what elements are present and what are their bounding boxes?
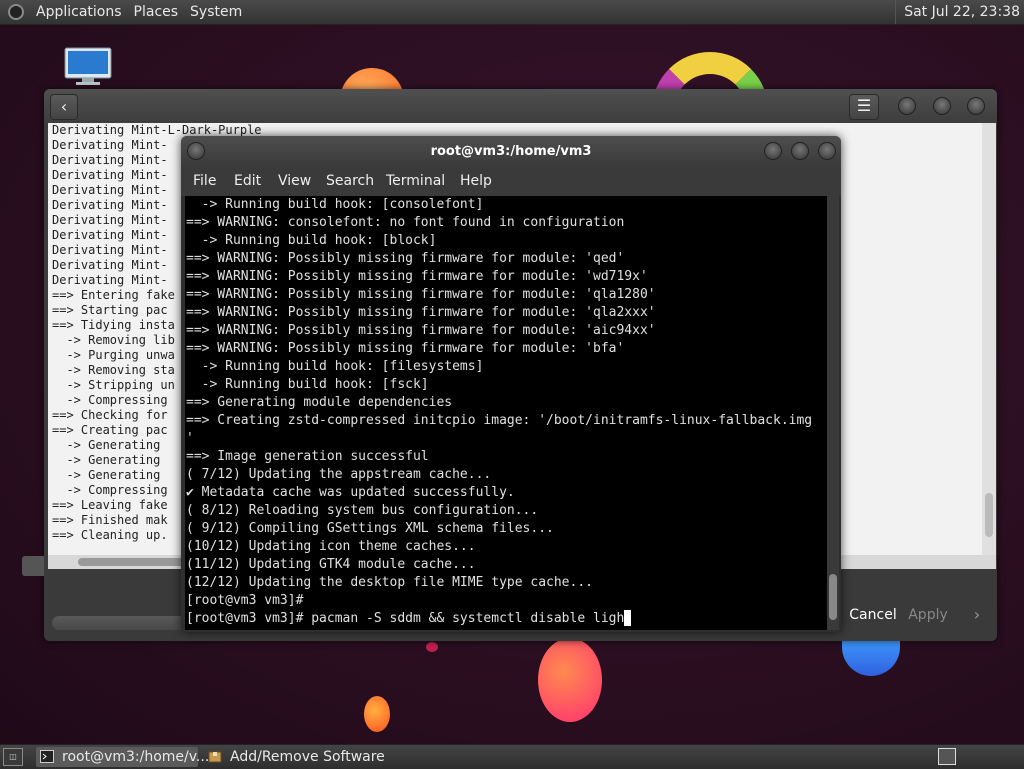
menu-file[interactable]: File bbox=[193, 166, 216, 196]
log-vertical-scrollbar[interactable] bbox=[982, 123, 996, 555]
show-desktop-button[interactable]: ◫ bbox=[3, 748, 23, 766]
terminal-line: (11/12) Updating GTK4 module cache... bbox=[186, 557, 476, 572]
wallpaper-bubble bbox=[538, 638, 602, 722]
places-menu[interactable]: Places bbox=[128, 4, 185, 20]
text-cursor bbox=[624, 610, 632, 626]
terminal-window: root@vm3:/home/vm3 File Edit View Search… bbox=[181, 136, 841, 632]
next-button[interactable]: › bbox=[966, 603, 988, 627]
show-desktop-icon: ◫ bbox=[9, 752, 17, 761]
terminal-line: ==> Image generation successful bbox=[186, 449, 429, 464]
monitor-icon bbox=[64, 47, 112, 85]
menu-terminal[interactable]: Terminal bbox=[386, 166, 445, 196]
terminal-line: ==> WARNING: consolefont: no font found … bbox=[186, 215, 625, 230]
package-icon bbox=[208, 751, 222, 763]
distro-logo-icon[interactable] bbox=[8, 4, 24, 20]
menu-view[interactable]: View bbox=[278, 166, 311, 196]
menu-edit[interactable]: Edit bbox=[234, 166, 261, 196]
terminal-line: -> Running build hook: [filesystems] bbox=[186, 359, 484, 374]
terminal-line: ( 7/12) Updating the appstream cache... bbox=[186, 467, 492, 482]
terminal-line: ( 9/12) Compiling GSettings XML schema f… bbox=[186, 521, 554, 536]
applications-menu[interactable]: Applications bbox=[30, 4, 128, 20]
hamburger-menu-button[interactable]: ☰ bbox=[849, 94, 879, 120]
chevron-right-icon: › bbox=[973, 605, 981, 624]
close-button[interactable] bbox=[967, 97, 985, 115]
terminal-line: ==> WARNING: Possibly missing firmware f… bbox=[186, 305, 656, 320]
taskbar-item-label: root@vm3:/home/v... bbox=[62, 749, 210, 765]
scrollbar-thumb[interactable] bbox=[78, 558, 188, 566]
system-menu[interactable]: System bbox=[184, 4, 248, 20]
terminal-line: ( 8/12) Reloading system bus configurati… bbox=[186, 503, 539, 518]
terminal-line: ==> Creating zstd-compressed initcpio im… bbox=[186, 413, 813, 428]
terminal-titlebar[interactable]: root@vm3:/home/vm3 bbox=[181, 136, 841, 166]
apply-button[interactable]: Apply bbox=[904, 603, 952, 627]
back-button[interactable]: ‹ bbox=[50, 94, 78, 120]
terminal-line: ==> WARNING: Possibly missing firmware f… bbox=[186, 287, 656, 302]
taskbar-item-software[interactable]: Add/Remove Software bbox=[204, 747, 404, 767]
terminal-output[interactable]: -> Running build hook: [consolefont] ==> … bbox=[185, 196, 827, 630]
terminal-scrollbar[interactable] bbox=[827, 196, 839, 630]
command-line[interactable]: [root@vm3 vm3]# pacman -S sddm && system… bbox=[185, 610, 827, 628]
terminal-line: ==> Generating module dependencies bbox=[186, 395, 453, 410]
taskbar-item-label: Add/Remove Software bbox=[230, 749, 385, 765]
progress-bar bbox=[52, 616, 192, 630]
terminal-line: -> Running build hook: [block] bbox=[186, 233, 437, 248]
menu-icon: ☰ bbox=[856, 96, 872, 115]
terminal-icon bbox=[40, 750, 54, 763]
minimize-button[interactable] bbox=[898, 97, 916, 115]
maximize-button[interactable] bbox=[933, 97, 951, 115]
close-button[interactable] bbox=[818, 142, 836, 160]
terminal-line: -> Running build hook: [consolefont] bbox=[186, 197, 484, 212]
terminal-line: ' bbox=[186, 431, 194, 446]
terminal-menubar: File Edit View Search Terminal Help bbox=[181, 166, 841, 196]
window-edge-tab bbox=[22, 556, 44, 576]
terminal-line: (10/12) Updating icon theme caches... bbox=[186, 539, 476, 554]
scrollbar-thumb[interactable] bbox=[985, 493, 993, 537]
terminal-line: ==> WARNING: Possibly missing firmware f… bbox=[186, 323, 656, 338]
computer-desktop-icon[interactable] bbox=[64, 47, 112, 87]
terminal-line: -> Running build hook: [fsck] bbox=[186, 377, 429, 392]
top-panel: Applications Places System Sat Jul 22, 2… bbox=[0, 0, 1024, 25]
maximize-button[interactable] bbox=[791, 142, 809, 160]
terminal-line: ==> WARNING: Possibly missing firmware f… bbox=[186, 341, 625, 356]
wallpaper-bubble bbox=[364, 696, 390, 732]
workspace-switcher[interactable] bbox=[938, 748, 956, 765]
bottom-panel: ◫ root@vm3:/home/v... Add/Remove Softwar… bbox=[0, 744, 1024, 769]
window-title: root@vm3:/home/vm3 bbox=[430, 144, 592, 159]
minimize-button[interactable] bbox=[764, 142, 782, 160]
terminal-line: ✔ Metadata cache was updated successfull… bbox=[186, 485, 515, 500]
chevron-left-icon: ‹ bbox=[60, 97, 68, 116]
clock[interactable]: Sat Jul 22, 23:38 bbox=[895, 0, 1020, 24]
cancel-button[interactable]: Cancel bbox=[848, 603, 898, 627]
terminal-line: ==> WARNING: Possibly missing firmware f… bbox=[186, 251, 625, 266]
prompt-text: [root@vm3 vm3]# pacman -S sddm && system… bbox=[186, 611, 625, 626]
menu-help[interactable]: Help bbox=[460, 166, 492, 196]
terminal-line: [root@vm3 vm3]# bbox=[186, 593, 304, 608]
wallpaper-bubble bbox=[426, 642, 438, 652]
menu-search[interactable]: Search bbox=[326, 166, 374, 196]
window-menu-button[interactable] bbox=[187, 142, 205, 160]
terminal-line: ==> WARNING: Possibly missing firmware f… bbox=[186, 269, 648, 284]
software-manager-titlebar[interactable]: ‹ ☰ bbox=[44, 89, 997, 123]
taskbar-item-terminal[interactable]: root@vm3:/home/v... bbox=[36, 747, 209, 767]
terminal-line: (12/12) Updating the desktop file MIME t… bbox=[186, 575, 593, 590]
scrollbar-thumb[interactable] bbox=[829, 574, 837, 620]
